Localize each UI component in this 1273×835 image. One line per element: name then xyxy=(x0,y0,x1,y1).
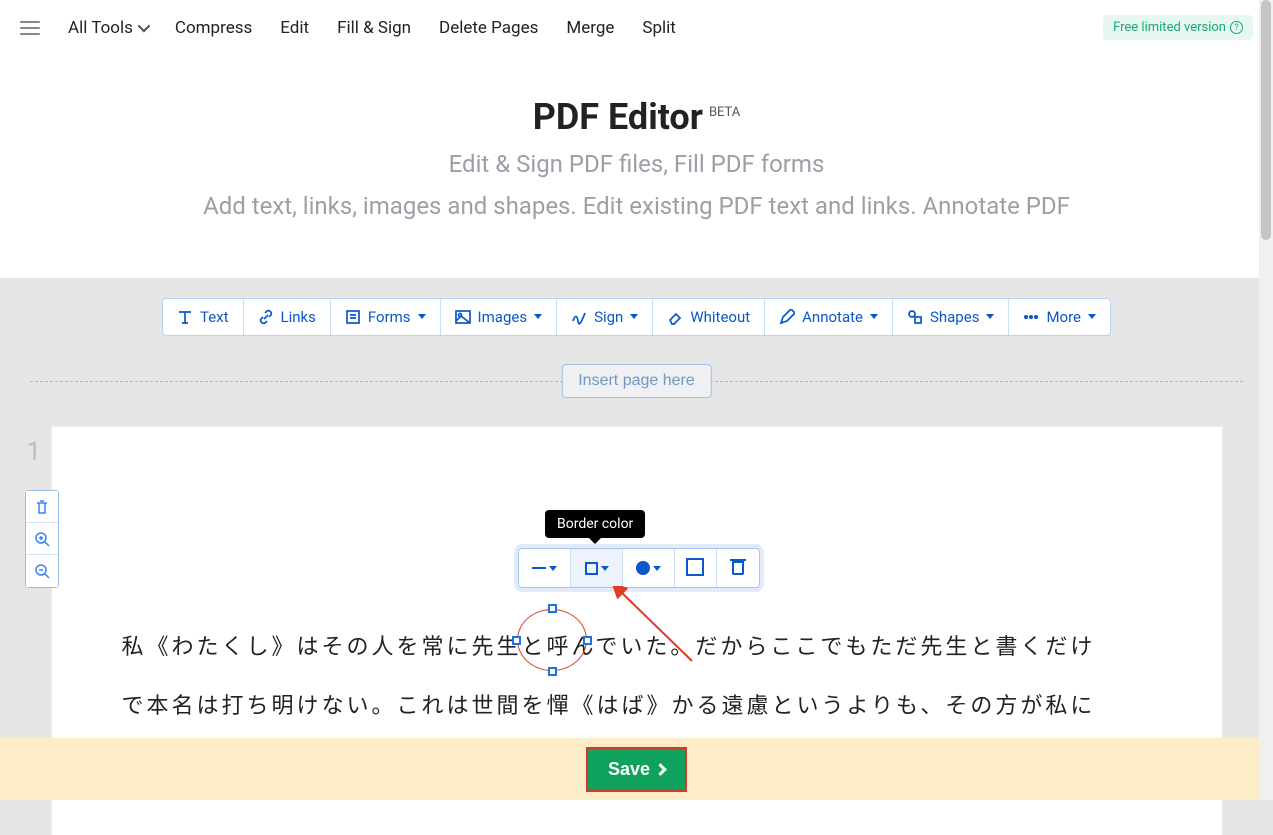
caret-down-icon xyxy=(653,566,661,571)
caret-down-icon xyxy=(1088,314,1096,319)
caret-down-icon xyxy=(549,566,557,571)
free-version-label: Free limited version xyxy=(1113,20,1226,35)
sign-icon xyxy=(571,309,587,325)
more-icon xyxy=(1023,309,1039,325)
caret-down-icon xyxy=(418,314,426,319)
caret-down-icon xyxy=(630,314,638,319)
forms-icon xyxy=(345,309,361,325)
border-color-icon xyxy=(585,562,598,575)
tooltip-border-color: Border color xyxy=(545,510,645,538)
trash-icon xyxy=(34,499,50,515)
insert-divider: Insert page here xyxy=(30,381,1243,382)
resize-handle-bottom[interactable] xyxy=(548,667,557,676)
tool-annotate-label: Annotate xyxy=(802,308,863,326)
caret-down-icon xyxy=(601,566,609,571)
nav-fill-sign[interactable]: Fill & Sign xyxy=(337,18,411,38)
tool-forms[interactable]: Forms xyxy=(331,299,441,335)
tool-more[interactable]: More xyxy=(1009,299,1110,335)
tool-sign-label: Sign xyxy=(594,308,623,326)
free-version-badge[interactable]: Free limited version ? xyxy=(1103,15,1253,40)
pdf-text-line-1: 私《わたくし》はその人を常に先生と呼んでいた。だからここでもただ先生と書くだけ xyxy=(122,617,1152,676)
menu-icon[interactable] xyxy=(20,21,40,35)
chevron-right-icon xyxy=(654,763,667,776)
border-color-button[interactable] xyxy=(571,549,623,587)
scrollbar[interactable]: ▴ xyxy=(1259,0,1273,800)
page-title-text: PDF Editor xyxy=(533,96,703,138)
border-width-button[interactable] xyxy=(519,549,571,587)
tool-more-label: More xyxy=(1046,308,1081,326)
tool-images-label: Images xyxy=(478,308,528,326)
resize-handle-left[interactable] xyxy=(512,636,521,645)
nav-split[interactable]: Split xyxy=(642,18,675,38)
eraser-icon xyxy=(667,309,683,325)
delete-shape-button[interactable] xyxy=(717,549,759,587)
hero: PDF Editor BETA Edit & Sign PDF files, Fi… xyxy=(0,56,1273,278)
zoom-in-icon xyxy=(34,531,50,547)
page-number: 1 xyxy=(27,437,42,467)
nav-all-tools-label: All Tools xyxy=(68,18,133,38)
insert-page-button[interactable]: Insert page here xyxy=(561,364,712,398)
annotate-icon xyxy=(779,309,795,325)
tool-forms-label: Forms xyxy=(368,308,411,326)
shapes-icon xyxy=(907,309,923,325)
zoom-out-icon xyxy=(34,563,50,579)
image-icon xyxy=(455,309,471,325)
link-icon xyxy=(258,309,274,325)
resize-handle-top[interactable] xyxy=(548,604,557,613)
tool-images[interactable]: Images xyxy=(441,299,558,335)
shape-context-toolbar xyxy=(518,548,760,588)
zoom-in-button[interactable] xyxy=(26,523,58,555)
chevron-down-icon xyxy=(137,20,150,33)
tool-shapes-label: Shapes xyxy=(930,308,979,326)
resize-handle-right[interactable] xyxy=(583,636,592,645)
tool-whiteout[interactable]: Whiteout xyxy=(653,299,765,335)
pdf-text-line-2: で本名は打ち明けない。これは世間を憚《はば》かる遠慮というよりも、その方が私に xyxy=(122,676,1152,735)
nav-delete-pages[interactable]: Delete Pages xyxy=(439,18,538,38)
save-button[interactable]: Save xyxy=(586,747,687,792)
hero-sub1: Edit & Sign PDF files, Fill PDF forms xyxy=(20,148,1253,180)
text-icon xyxy=(177,309,193,325)
save-bar: Save xyxy=(0,738,1273,800)
caret-down-icon xyxy=(986,314,994,319)
tool-whiteout-label: Whiteout xyxy=(690,308,750,326)
tool-links-label: Links xyxy=(281,308,316,326)
nav-all-tools[interactable]: All Tools xyxy=(68,18,147,38)
duplicate-shape-button[interactable] xyxy=(675,549,717,587)
fill-color-button[interactable] xyxy=(623,549,675,587)
nav-edit[interactable]: Edit xyxy=(280,18,309,38)
tool-sign[interactable]: Sign xyxy=(557,299,653,335)
ellipse-shape[interactable] xyxy=(517,609,587,671)
scroll-thumb[interactable] xyxy=(1261,0,1271,240)
editor-toolbar: Text Links Forms Images Sign Whiteout An… xyxy=(162,298,1111,336)
delete-page-button[interactable] xyxy=(26,491,58,523)
help-icon: ? xyxy=(1230,21,1243,34)
caret-down-icon xyxy=(870,314,878,319)
selected-shape[interactable] xyxy=(517,609,587,671)
save-button-label: Save xyxy=(608,759,650,780)
nav-merge[interactable]: Merge xyxy=(566,18,614,38)
zoom-out-button[interactable] xyxy=(26,555,58,587)
top-nav: All Tools Compress Edit Fill & Sign Dele… xyxy=(0,0,1273,56)
tool-annotate[interactable]: Annotate xyxy=(765,299,893,335)
page-title: PDF Editor BETA xyxy=(533,96,741,138)
copy-icon xyxy=(689,561,703,575)
page-side-tools xyxy=(25,490,59,588)
line-icon xyxy=(532,567,546,569)
trash-icon xyxy=(732,561,744,575)
fill-color-icon xyxy=(636,561,650,575)
tool-links[interactable]: Links xyxy=(244,299,331,335)
nav-compress[interactable]: Compress xyxy=(175,18,252,38)
tool-text[interactable]: Text xyxy=(163,299,244,335)
tool-text-label: Text xyxy=(200,308,229,326)
tool-shapes[interactable]: Shapes xyxy=(893,299,1009,335)
beta-badge: BETA xyxy=(709,105,740,120)
hero-sub2: Add text, links, images and shapes. Edit… xyxy=(20,190,1253,222)
caret-down-icon xyxy=(534,314,542,319)
